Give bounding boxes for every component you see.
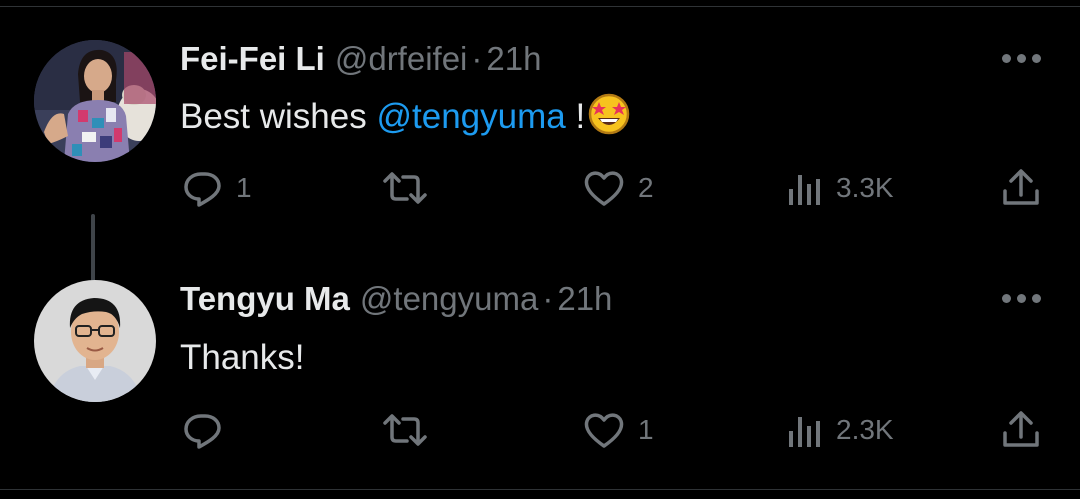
- author-handle[interactable]: @tengyuma: [360, 280, 538, 317]
- tweet-text: Best wishes @tengyuma !: [180, 92, 631, 137]
- timestamp[interactable]: 21h: [486, 40, 541, 77]
- views-count: 3.3K: [836, 172, 894, 203]
- tweet-header: Fei-Fei Li @drfeifei · 21h: [180, 40, 541, 80]
- author-name[interactable]: Tengyu Ma: [180, 280, 350, 317]
- retweet-button[interactable]: [381, 408, 441, 452]
- more-icon[interactable]: [1002, 54, 1042, 66]
- top-divider: [0, 6, 1080, 7]
- share-icon: [1003, 169, 1039, 205]
- views-icon: [789, 417, 820, 447]
- avatar[interactable]: [34, 40, 156, 162]
- separator: ·: [471, 40, 483, 77]
- like-count: 1: [638, 414, 654, 445]
- tweet-header: Tengyu Ma @tengyuma · 21h: [180, 280, 612, 320]
- reply-button[interactable]: [182, 408, 236, 452]
- reply-button[interactable]: 1: [182, 166, 252, 210]
- tweet-text: Thanks!: [180, 338, 305, 378]
- retweet-icon: [383, 172, 427, 204]
- star-struck-emoji: [588, 93, 630, 135]
- author-handle[interactable]: @drfeifei: [335, 40, 468, 77]
- mention-link[interactable]: @tengyuma: [376, 97, 565, 136]
- like-button[interactable]: 1: [582, 408, 654, 452]
- share-button[interactable]: [1000, 408, 1042, 452]
- text-segment: !: [565, 97, 586, 136]
- views-button[interactable]: 3.3K: [786, 166, 894, 210]
- tweet-actions: 1 2.3K: [0, 408, 1080, 452]
- bottom-divider: [0, 489, 1080, 490]
- text-segment: Best wishes: [180, 97, 377, 136]
- retweet-button[interactable]: [381, 166, 441, 210]
- like-button[interactable]: 2: [582, 166, 654, 210]
- views-button[interactable]: 2.3K: [786, 408, 894, 452]
- share-button[interactable]: [1000, 166, 1042, 210]
- separator: ·: [542, 280, 554, 317]
- avatar[interactable]: [34, 280, 156, 402]
- like-count: 2: [638, 172, 654, 203]
- tweet-actions: 1 2 3.3K: [0, 166, 1080, 210]
- reply-icon: [184, 414, 221, 449]
- retweet-icon: [383, 414, 427, 446]
- text-segment: Thanks!: [180, 338, 305, 377]
- share-icon: [1003, 411, 1039, 447]
- views-icon: [789, 175, 820, 205]
- author-name[interactable]: Fei-Fei Li: [180, 40, 325, 77]
- more-icon[interactable]: [1002, 294, 1042, 306]
- heart-icon: [584, 171, 624, 206]
- heart-icon: [584, 413, 624, 448]
- reply-count: 1: [236, 172, 252, 203]
- reply-icon: [184, 172, 221, 207]
- timestamp[interactable]: 21h: [557, 280, 612, 317]
- views-count: 2.3K: [836, 414, 894, 445]
